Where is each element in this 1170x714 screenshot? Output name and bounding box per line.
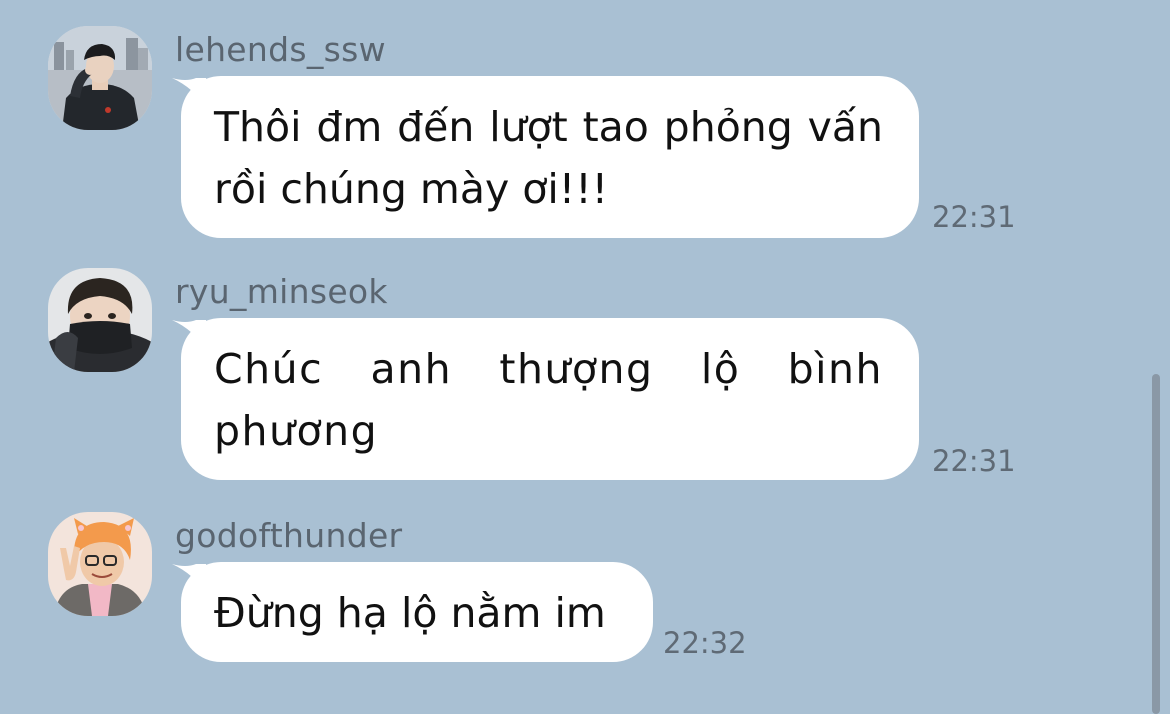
- message-item: ryu_minseok Chúc anh thượng lộ bình phươ…: [0, 268, 1140, 482]
- message-item: lehends_ssw Thôi đm đến lượt tao phỏng v…: [0, 26, 1140, 240]
- message-bubble[interactable]: Chúc anh thượng lộ bình phương: [181, 318, 919, 480]
- avatar[interactable]: [48, 268, 152, 372]
- avatar[interactable]: [48, 512, 152, 616]
- message-timestamp: 22:32: [663, 626, 747, 660]
- person-orange-hat-peace-sign-avatar: [48, 512, 152, 616]
- message-text: Đừng hạ lộ nằm im: [214, 589, 606, 637]
- person-dark-jacket-avatar: [48, 26, 152, 130]
- message-text: Thôi đm đến lượt tao phỏng vấn rồi chúng…: [214, 103, 883, 213]
- message-item: godofthunder Đừng hạ lộ nằm im 22:32: [0, 512, 1140, 672]
- avatar[interactable]: [48, 26, 152, 130]
- message-bubble[interactable]: Thôi đm đến lượt tao phỏng vấn rồi chúng…: [181, 76, 919, 238]
- message-bubble[interactable]: Đừng hạ lộ nằm im: [181, 562, 653, 662]
- message-timestamp: 22:31: [932, 200, 1016, 234]
- username[interactable]: godofthunder: [175, 516, 402, 556]
- username[interactable]: lehends_ssw: [175, 30, 386, 70]
- person-face-mask-avatar: [48, 268, 152, 372]
- message-text: Chúc anh thượng lộ bình phương: [214, 345, 883, 455]
- chat-area[interactable]: lehends_ssw Thôi đm đến lượt tao phỏng v…: [0, 0, 1170, 714]
- username[interactable]: ryu_minseok: [175, 272, 388, 312]
- message-timestamp: 22:31: [932, 444, 1016, 478]
- scrollbar[interactable]: [1152, 374, 1160, 714]
